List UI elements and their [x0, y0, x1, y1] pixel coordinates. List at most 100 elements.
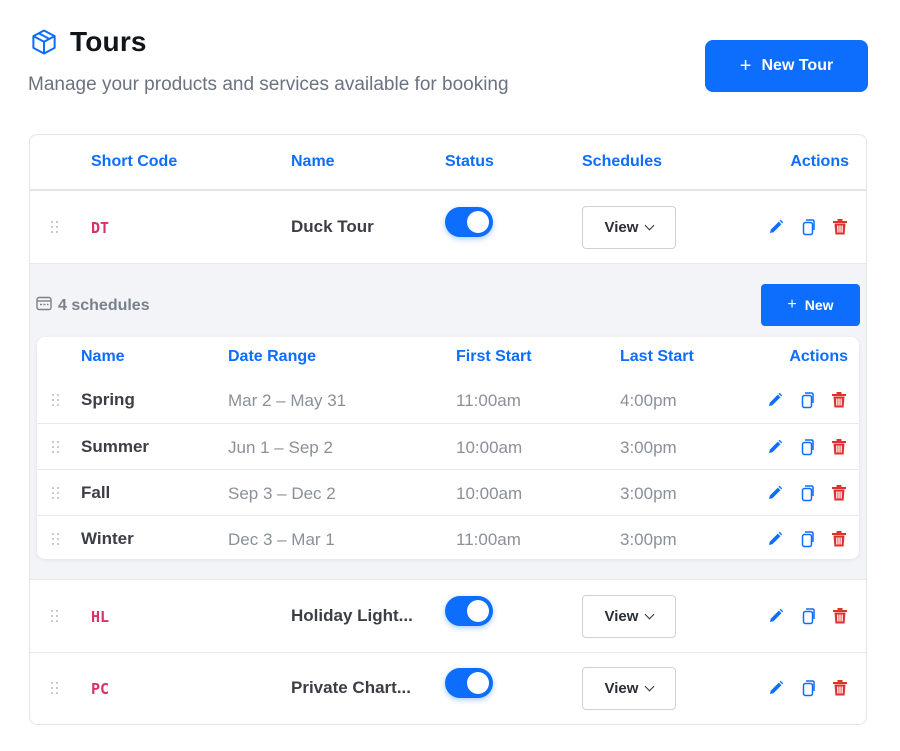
plus-icon: +: [739, 54, 752, 77]
column-header-schedule-actions: Actions: [789, 348, 848, 365]
view-label: View: [604, 219, 639, 236]
schedules-count-label: 4 schedules: [58, 296, 150, 314]
schedule-actions: [766, 530, 848, 548]
status-toggle[interactable]: [445, 207, 493, 237]
row-actions: [767, 218, 849, 236]
new-tour-button[interactable]: + New Tour: [705, 40, 868, 92]
schedule-date-range: Jun 1 – Sep 2: [228, 438, 333, 457]
trash-icon[interactable]: [830, 391, 848, 409]
schedule-actions: [766, 391, 848, 409]
plus-icon: +: [787, 296, 797, 313]
trash-icon[interactable]: [831, 679, 849, 697]
status-toggle[interactable]: [445, 668, 493, 698]
drag-handle-icon[interactable]: [52, 394, 60, 408]
tours-table-header: Short Code Name Status Schedules Actions: [30, 135, 866, 191]
drag-handle-icon[interactable]: [51, 682, 59, 696]
schedules-table: Name Date Range First Start Last Start A…: [37, 337, 859, 559]
schedules-panel: 4 schedules + New Name Date Range First …: [30, 264, 866, 580]
tour-short-code: PC: [91, 680, 110, 698]
schedule-row: Fall Sep 3 – Dec 2 10:00am 3:00pm: [37, 469, 859, 515]
drag-handle-icon[interactable]: [52, 487, 60, 501]
copy-icon[interactable]: [799, 218, 817, 236]
schedule-first-start: 10:00am: [456, 438, 523, 457]
pencil-icon[interactable]: [767, 218, 785, 236]
pencil-icon[interactable]: [767, 607, 785, 625]
tour-name: Private Chart...: [291, 678, 411, 697]
pencil-icon[interactable]: [766, 391, 784, 409]
schedule-first-start: 11:00am: [456, 530, 521, 549]
column-header-actions: Actions: [790, 153, 849, 170]
drag-handle-icon[interactable]: [51, 221, 59, 235]
column-header-short-code: Short Code: [91, 153, 178, 170]
schedules-count: 4 schedules: [36, 295, 150, 316]
copy-icon[interactable]: [799, 679, 817, 697]
toggle-knob: [467, 600, 489, 622]
drag-handle-icon[interactable]: [51, 610, 59, 624]
schedule-date-range: Dec 3 – Mar 1: [228, 530, 335, 549]
schedule-name: Winter: [81, 529, 134, 548]
trash-icon[interactable]: [830, 438, 848, 456]
chevron-down-icon: [645, 681, 655, 692]
copy-icon[interactable]: [798, 530, 816, 548]
schedule-last-start: 3:00pm: [620, 438, 677, 457]
copy-icon[interactable]: [798, 391, 816, 409]
column-header-first-start: First Start: [456, 348, 532, 365]
new-schedule-button[interactable]: + New: [761, 284, 860, 326]
column-header-schedules: Schedules: [582, 153, 663, 170]
toggle-knob: [467, 672, 489, 694]
schedules-view-button[interactable]: View: [582, 667, 676, 710]
new-schedule-label: New: [804, 297, 834, 313]
schedule-row: Spring Mar 2 – May 31 11:00am 4:00pm: [37, 377, 859, 423]
pencil-icon[interactable]: [766, 438, 784, 456]
tour-row: PC Private Chart... View: [30, 653, 866, 724]
row-actions: [767, 679, 849, 697]
tour-row: DT Duck Tour View: [30, 192, 866, 264]
trash-icon[interactable]: [830, 484, 848, 502]
calendar-icon: [36, 295, 52, 316]
pencil-icon[interactable]: [767, 679, 785, 697]
view-label: View: [604, 608, 639, 625]
schedule-actions: [766, 484, 848, 502]
page-title: Tours: [70, 26, 147, 57]
view-label: View: [604, 680, 639, 697]
chevron-down-icon: [645, 220, 655, 231]
column-header-schedule-name: Name: [81, 348, 125, 365]
schedule-name: Spring: [81, 390, 135, 409]
tour-row: HL Holiday Light... View: [30, 581, 866, 653]
trash-icon[interactable]: [831, 607, 849, 625]
pencil-icon[interactable]: [766, 484, 784, 502]
schedules-view-button[interactable]: View: [582, 595, 676, 638]
column-header-status: Status: [445, 153, 494, 170]
schedule-last-start: 3:00pm: [620, 530, 677, 549]
copy-icon[interactable]: [798, 438, 816, 456]
copy-icon[interactable]: [799, 607, 817, 625]
trash-icon[interactable]: [830, 530, 848, 548]
toggle-knob: [467, 211, 489, 233]
drag-handle-icon[interactable]: [52, 441, 60, 455]
tours-table: Short Code Name Status Schedules Actions…: [29, 134, 867, 725]
status-toggle[interactable]: [445, 596, 493, 626]
schedules-view-button[interactable]: View: [582, 206, 676, 249]
tour-name: Duck Tour: [291, 217, 374, 236]
schedule-actions: [766, 438, 848, 456]
schedule-first-start: 10:00am: [456, 484, 523, 503]
pencil-icon[interactable]: [766, 530, 784, 548]
tour-short-code: DT: [91, 219, 110, 237]
column-header-date-range: Date Range: [228, 348, 317, 365]
schedule-row: Summer Jun 1 – Sep 2 10:00am 3:00pm: [37, 423, 859, 469]
tour-short-code: HL: [91, 608, 110, 626]
schedule-last-start: 4:00pm: [620, 391, 677, 410]
schedule-date-range: Mar 2 – May 31: [228, 391, 347, 410]
schedule-date-range: Sep 3 – Dec 2: [228, 484, 336, 503]
schedule-name: Fall: [81, 483, 111, 502]
copy-icon[interactable]: [798, 484, 816, 502]
drag-handle-icon[interactable]: [52, 533, 60, 547]
page-header: Tours Manage your products and services …: [28, 26, 868, 106]
column-header-name: Name: [291, 153, 335, 170]
trash-icon[interactable]: [831, 218, 849, 236]
schedule-first-start: 11:00am: [456, 391, 521, 410]
new-tour-label: New Tour: [761, 57, 834, 74]
tour-name: Holiday Light...: [291, 606, 413, 625]
schedule-last-start: 3:00pm: [620, 484, 677, 503]
schedule-row: Winter Dec 3 – Mar 1 11:00am 3:00pm: [37, 515, 859, 559]
